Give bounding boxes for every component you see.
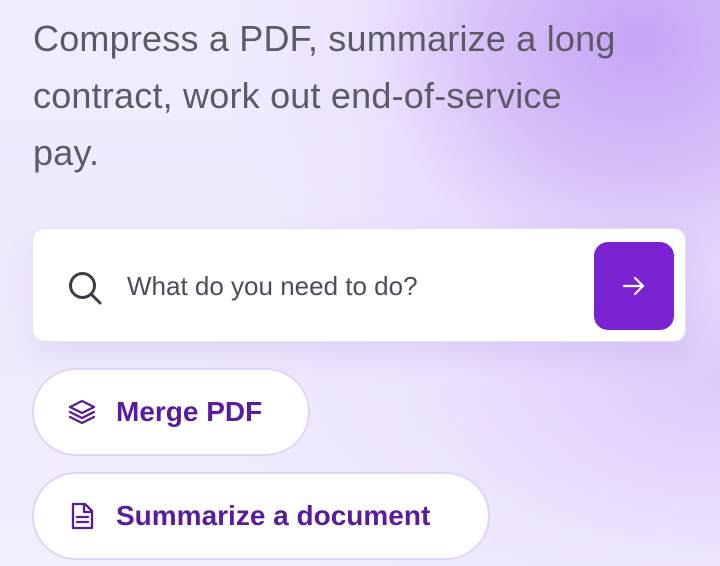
arrow-right-icon [621, 273, 647, 299]
summarize-document-label: Summarize a document [116, 500, 431, 531]
search-icon [67, 270, 103, 306]
summarize-document-chip[interactable]: Summarize a document [32, 472, 490, 560]
search-box [32, 228, 686, 342]
merge-pdf-label: Merge PDF [116, 396, 263, 427]
document-icon [67, 501, 97, 531]
layers-icon [67, 397, 97, 427]
headline: Compress a PDF, summarize a long contrac… [33, 18, 616, 173]
search-input[interactable] [127, 259, 567, 313]
submit-button[interactable] [594, 242, 674, 330]
merge-pdf-chip[interactable]: Merge PDF [32, 368, 310, 456]
